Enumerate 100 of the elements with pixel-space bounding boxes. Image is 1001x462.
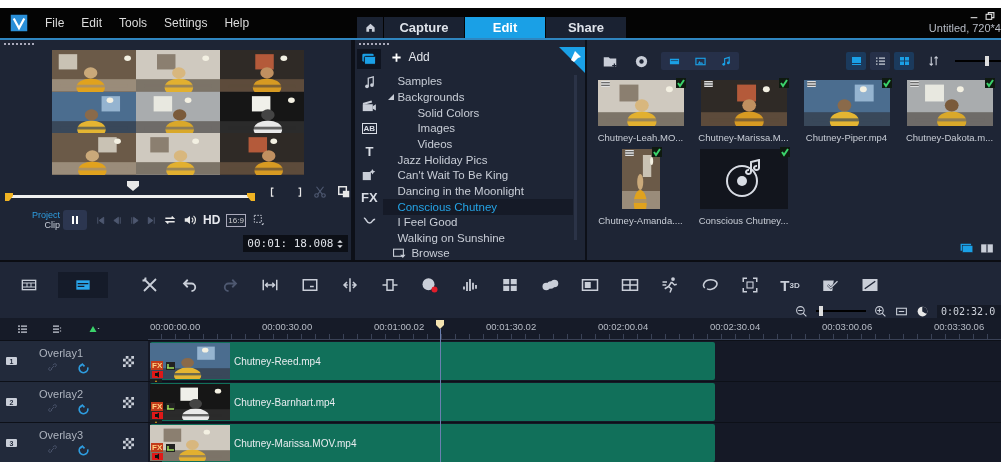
ruler-time-label: 00:03:00.06 bbox=[822, 320, 874, 334]
folder-item[interactable]: Solid Colors bbox=[383, 104, 573, 121]
skip-start-icon[interactable] bbox=[95, 214, 106, 226]
checker-icon[interactable] bbox=[123, 396, 134, 408]
folder-item[interactable]: Jazz Holiday Pics bbox=[383, 151, 573, 168]
title-box-icon bbox=[581, 276, 599, 294]
mode-toggle[interactable]: Project bbox=[32, 210, 60, 220]
playhead-marker[interactable] bbox=[434, 318, 445, 330]
folder-item[interactable]: Conscious Chutney bbox=[383, 198, 573, 215]
media-name[interactable]: Chutney-Marissa.M... bbox=[698, 132, 789, 143]
grid-icon bbox=[897, 55, 911, 67]
folder-item[interactable]: Can't Wait To Be King bbox=[383, 167, 573, 184]
home-tab[interactable] bbox=[357, 17, 383, 38]
mode-toggle[interactable]: Clip bbox=[44, 220, 60, 230]
restore-icon[interactable] bbox=[985, 11, 995, 21]
zoom-handle[interactable] bbox=[819, 306, 823, 316]
trim-start-icon[interactable] bbox=[5, 193, 13, 201]
menu-item[interactable]: File bbox=[45, 14, 65, 32]
repeat-icon[interactable] bbox=[163, 213, 177, 227]
category-button[interactable]: AB bbox=[357, 118, 382, 139]
folder-item[interactable]: Samples bbox=[383, 73, 573, 90]
clip-name: Chutney-Reed.mp4 bbox=[234, 355, 321, 367]
audio-badge-icon bbox=[152, 371, 163, 378]
film-badge-icon bbox=[600, 81, 610, 87]
frame-icon bbox=[301, 276, 319, 294]
folder-item[interactable]: I Feel Good bbox=[383, 214, 573, 231]
photo-filter-icon bbox=[693, 55, 707, 67]
zoom-in-icon[interactable] bbox=[874, 304, 887, 318]
tab[interactable]: Share bbox=[546, 17, 626, 38]
motion-badge-icon bbox=[166, 362, 175, 370]
hd-toggle[interactable]: HD bbox=[203, 213, 221, 227]
media-name[interactable]: Chutney-Amanda.... bbox=[598, 215, 683, 226]
grid-view-button[interactable] bbox=[894, 52, 914, 70]
trim-end-icon[interactable] bbox=[247, 193, 255, 201]
category-button[interactable]: FX bbox=[357, 187, 382, 208]
panel-view-icon[interactable] bbox=[979, 242, 995, 256]
large-view-button[interactable] bbox=[846, 52, 866, 70]
project-duration: 0:02:32.0 bbox=[937, 304, 1001, 318]
tools-icon bbox=[141, 276, 159, 294]
timeline-view-button[interactable] bbox=[58, 272, 108, 298]
category-button[interactable]: T bbox=[357, 141, 382, 162]
app-logo-icon bbox=[10, 14, 28, 32]
track-manager-icon[interactable] bbox=[16, 323, 29, 335]
menu-item[interactable]: Settings bbox=[164, 14, 208, 32]
media-name[interactable]: Chutney-Leah.MO... bbox=[597, 132, 684, 143]
ripple-icon[interactable] bbox=[78, 362, 91, 375]
library-view-icon[interactable] bbox=[958, 242, 976, 256]
menu-item[interactable]: Help bbox=[224, 14, 250, 32]
zoom-out-icon[interactable] bbox=[795, 304, 808, 318]
tab[interactable]: Capture bbox=[384, 17, 464, 38]
sort-icon[interactable] bbox=[928, 54, 941, 68]
thumbnail-size-handle[interactable] bbox=[985, 56, 990, 66]
resize-icon bbox=[381, 276, 399, 294]
record-icon bbox=[421, 276, 439, 294]
multicam-icon bbox=[501, 276, 519, 294]
video-clip[interactable]: FX Chutney-Barnhart.mp4 bbox=[150, 383, 715, 421]
folder-item[interactable]: Backgrounds bbox=[383, 89, 573, 105]
running-figure-icon bbox=[661, 276, 679, 294]
fx-badge: FX bbox=[151, 443, 164, 452]
browse-button[interactable]: Browse bbox=[391, 246, 585, 260]
time-ruler[interactable]: 00:00:00.00 00:00:30.00 00:01:00.02 00:01:30.02 00:02:00.04 00:02:30.04 00:03:00.06 00:03:30.06 bbox=[148, 318, 1001, 340]
media-name[interactable]: Conscious Chutney... bbox=[698, 215, 789, 226]
audio-filter-icon bbox=[720, 55, 732, 67]
media-name[interactable]: Chutney-Piper.mp4 bbox=[805, 132, 888, 143]
checker-icon[interactable] bbox=[123, 437, 134, 449]
menu-item[interactable]: Edit bbox=[81, 14, 103, 32]
pin-icon[interactable] bbox=[559, 47, 585, 74]
copy-icon[interactable] bbox=[337, 185, 351, 199]
menu-item[interactable]: Tools bbox=[119, 14, 148, 32]
volume-icon[interactable] bbox=[183, 213, 197, 227]
crop-icon[interactable] bbox=[251, 213, 266, 227]
scrubber-handle[interactable] bbox=[126, 181, 139, 191]
chapter-list-icon[interactable] bbox=[51, 323, 64, 335]
media-category-button[interactable] bbox=[357, 49, 382, 70]
video-clip[interactable]: FX Chutney-Reed.mp4 bbox=[150, 342, 715, 380]
aspect-ratio-button[interactable]: 16:9 bbox=[226, 213, 246, 227]
list-view-button[interactable] bbox=[870, 52, 890, 70]
ruler-time-label: 00:01:30.02 bbox=[486, 320, 538, 334]
film-badge-icon bbox=[909, 81, 919, 87]
pause-button[interactable] bbox=[63, 210, 87, 230]
folder-item[interactable]: Walking on Sunshine bbox=[383, 230, 573, 246]
ripple-icon[interactable] bbox=[78, 444, 91, 457]
record-icon[interactable] bbox=[634, 53, 649, 69]
drag-handle-icon[interactable] bbox=[359, 43, 392, 45]
motion-badge-icon bbox=[166, 444, 175, 452]
checker-icon[interactable] bbox=[123, 355, 134, 367]
ripple-icon[interactable] bbox=[78, 403, 91, 416]
split-screen-icon bbox=[621, 276, 639, 294]
ruler-time-label: 00:00:30.00 bbox=[262, 320, 314, 334]
media-name[interactable]: Chutney-Dakota.m... bbox=[905, 132, 994, 143]
add-button[interactable]: Add bbox=[391, 50, 430, 65]
folder-item[interactable]: Images bbox=[383, 120, 573, 137]
drag-handle-icon[interactable] bbox=[4, 43, 36, 45]
folder-item[interactable]: Dancing in the Moonlight bbox=[383, 183, 573, 199]
ruler-time-label: 00:01:00.02 bbox=[374, 320, 426, 334]
spin-arrows-icon bbox=[336, 237, 345, 250]
video-clip[interactable]: FX Chutney-Marissa.MOV.mp4 bbox=[150, 424, 715, 462]
timecode-field[interactable]: 00:01: 18.008 bbox=[243, 235, 349, 252]
folder-item[interactable]: Videos bbox=[383, 136, 573, 152]
expanded-arrow-icon[interactable] bbox=[388, 93, 395, 100]
